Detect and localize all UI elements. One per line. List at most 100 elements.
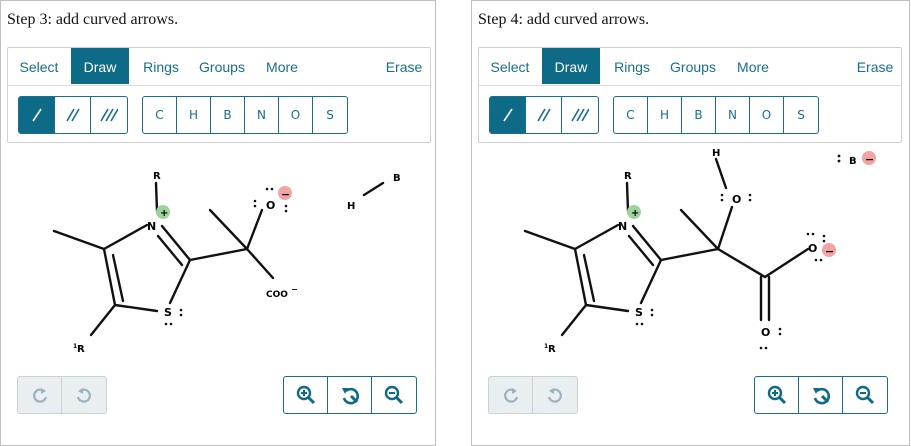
atom-label-b: B (849, 156, 857, 167)
double-bond-icon (536, 108, 551, 122)
molecule-structure: R N + S H O O − O B − 1 R (523, 148, 876, 355)
atom-label-h: H (712, 148, 720, 159)
atom-n-tool[interactable]: N (245, 97, 279, 133)
atom-tools: C H B N O S (613, 96, 819, 134)
atom-label-n: N (618, 220, 627, 233)
atom-label-r: R (624, 171, 632, 182)
carboxylate-oxygen-label: O (808, 242, 817, 255)
atom-label-r: R (153, 171, 161, 182)
menu-rings[interactable]: Rings (136, 48, 186, 84)
atom-label-s: S (164, 306, 172, 319)
atom-label-n: N (147, 220, 156, 233)
step-title: Step 3: add curved arrows. (7, 11, 179, 28)
atom-c-tool[interactable]: C (614, 97, 648, 133)
double-bond-tool[interactable] (55, 97, 91, 133)
atom-label-r1: R (77, 344, 85, 355)
single-bond-icon (31, 108, 42, 122)
negative-charge-sign: − (825, 245, 834, 258)
zoom-out-button[interactable] (372, 377, 416, 413)
atom-o-tool[interactable]: O (279, 97, 313, 133)
reset-view-button[interactable] (328, 377, 372, 413)
menu-groups[interactable]: Groups (664, 48, 722, 84)
atom-tools: C H B N O S (142, 96, 348, 134)
menu-bar: Select Draw Rings Groups More Erase (8, 48, 430, 86)
menu-groups[interactable]: Groups (193, 48, 251, 84)
triple-bond-icon (571, 108, 589, 122)
undo-button[interactable] (62, 377, 106, 413)
reset-view-icon (812, 387, 830, 405)
menu-erase[interactable]: Erase (380, 48, 428, 84)
triple-bond-tool[interactable] (562, 97, 598, 133)
atom-s-tool[interactable]: S (784, 97, 818, 133)
step-title: Step 4: add curved arrows. (478, 11, 650, 28)
menu-draw[interactable]: Draw (542, 48, 600, 84)
single-bond-tool[interactable] (19, 97, 55, 133)
redo-button[interactable] (18, 377, 62, 413)
redo-button[interactable] (489, 377, 533, 413)
boron-lone-pair (837, 154, 841, 163)
negative-charge-sign: − (281, 188, 290, 201)
view-controls (283, 376, 417, 414)
positive-charge-sign: + (631, 208, 639, 219)
drawing-toolbar: Select Draw Rings Groups More Erase C H … (7, 47, 431, 143)
drawing-canvas[interactable]: R N + S H O O − O B − 1 R (478, 143, 904, 368)
history-controls (17, 376, 107, 414)
menu-erase[interactable]: Erase (851, 48, 899, 84)
undo-icon (76, 388, 91, 403)
hydroxyl-oxygen-label: O (732, 193, 741, 206)
reset-view-icon (341, 387, 359, 405)
carboxylate-label: COO (266, 290, 288, 300)
atom-o-tool[interactable]: O (750, 97, 784, 133)
atom-n-tool[interactable]: N (716, 97, 750, 133)
menu-more[interactable]: More (261, 48, 303, 84)
view-controls (754, 376, 888, 414)
bond-tools (18, 96, 128, 134)
undo-icon (547, 388, 562, 403)
menu-more[interactable]: More (732, 48, 774, 84)
menu-draw[interactable]: Draw (71, 48, 129, 84)
redo-icon (32, 388, 47, 403)
undo-button[interactable] (533, 377, 577, 413)
positive-charge-sign: + (160, 208, 168, 219)
atom-b-tool[interactable]: B (211, 97, 245, 133)
molecule-structure: R N + S O − COO − H B 1 R (52, 171, 401, 355)
menu-select[interactable]: Select (8, 48, 70, 84)
zoom-out-icon (384, 385, 404, 405)
step3-panel: Step 3: add curved arrows. Select Draw R… (0, 0, 436, 446)
zoom-out-button[interactable] (843, 377, 887, 413)
single-bond-icon (502, 108, 513, 122)
atom-label-h: H (347, 201, 355, 212)
atom-label-s: S (635, 306, 643, 319)
double-bond-icon (65, 108, 80, 122)
triple-bond-icon (100, 108, 118, 122)
step4-panel: Step 4: add curved arrows. Select Draw R… (471, 0, 910, 446)
atom-label-r1: R (548, 344, 556, 355)
single-bond-tool[interactable] (490, 97, 526, 133)
atom-s-tool[interactable]: S (313, 97, 347, 133)
carbonyl-oxygen-label: O (761, 326, 770, 339)
carboxylate-charge: − (291, 285, 298, 294)
drawing-canvas[interactable]: R N + S O − COO − H B 1 R (7, 143, 433, 368)
atom-b-tool[interactable]: B (682, 97, 716, 133)
bond-tools (489, 96, 599, 134)
zoom-in-button[interactable] (284, 377, 328, 413)
redo-icon (503, 388, 518, 403)
atom-label-b: B (393, 173, 401, 184)
atom-h-tool[interactable]: H (177, 97, 211, 133)
menu-select[interactable]: Select (479, 48, 541, 84)
zoom-in-button[interactable] (755, 377, 799, 413)
zoom-out-icon (855, 385, 875, 405)
double-bond-tool[interactable] (526, 97, 562, 133)
triple-bond-tool[interactable] (91, 97, 127, 133)
menu-bar: Select Draw Rings Groups More Erase (479, 48, 901, 86)
drawing-toolbar: Select Draw Rings Groups More Erase C H … (478, 47, 902, 143)
atom-c-tool[interactable]: C (143, 97, 177, 133)
atom-h-tool[interactable]: H (648, 97, 682, 133)
atom-label-o: O (266, 199, 275, 212)
reset-view-button[interactable] (799, 377, 843, 413)
menu-rings[interactable]: Rings (607, 48, 657, 84)
zoom-in-icon (296, 385, 315, 405)
zoom-in-icon (767, 385, 786, 405)
history-controls (488, 376, 578, 414)
boron-charge-sign: − (865, 153, 874, 166)
